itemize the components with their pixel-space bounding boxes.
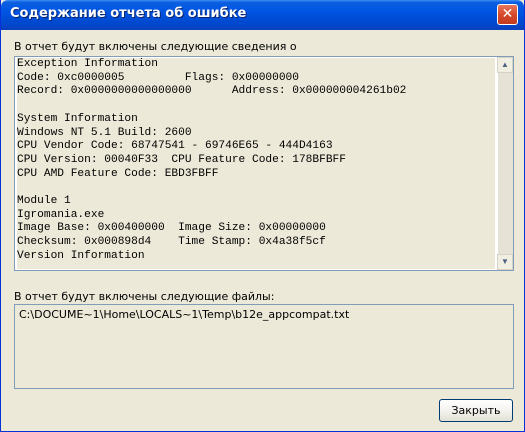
report-line: Image Base: 0x00400000 Image Size: 0x000… <box>17 222 326 235</box>
report-line: System Information <box>17 112 138 125</box>
included-files-label: В отчет будут включены следующие файлы: <box>14 290 275 303</box>
report-line: Checksum: 0x000898d4 Time Stamp: 0x4a38f… <box>17 236 326 249</box>
scroll-up-icon[interactable]: ▲ <box>497 57 513 73</box>
report-line <box>17 181 24 193</box>
report-line: Record: 0x0000000000000000 Address: 0x00… <box>17 85 407 98</box>
report-line: Version Information <box>17 249 145 262</box>
close-icon[interactable]: ✕ <box>497 4 518 25</box>
report-line: CPU Version: 00040F33 CPU Feature Code: … <box>17 153 346 166</box>
list-item[interactable]: C:\DOCUME~1\Home\LOCALS~1\Temp\b12e_appc… <box>19 308 349 321</box>
report-line: CPU Vendor Code: 68747541 - 69746E65 - 4… <box>17 140 333 153</box>
report-line: CPU AMD Feature Code: EBD3FBFF <box>17 167 219 180</box>
report-line: Exception Information <box>17 58 158 70</box>
report-details-textbox[interactable]: Exception Information Code: 0xc0000005 F… <box>14 56 514 271</box>
title-bar[interactable]: Содержание отчета об ошибке ✕ <box>1 0 524 30</box>
report-contents-label: В отчет будут включены следующие сведени… <box>14 40 297 53</box>
error-report-dialog: Содержание отчета об ошибке ✕ В отчет бу… <box>0 0 525 432</box>
report-line: Igromania.exe <box>17 208 105 221</box>
scroll-thumb[interactable] <box>497 73 513 254</box>
vertical-scrollbar[interactable]: ▲ ▼ <box>497 57 513 270</box>
report-line: Windows NT 5.1 Build: 2600 <box>17 126 192 139</box>
report-line: Module 1 <box>17 195 71 208</box>
close-button[interactable]: Закрыть <box>439 399 513 422</box>
included-files-list[interactable]: C:\DOCUME~1\Home\LOCALS~1\Temp\b12e_appc… <box>14 304 514 389</box>
scroll-down-icon[interactable]: ▼ <box>497 254 513 270</box>
report-details-text: Exception Information Code: 0xc0000005 F… <box>17 58 495 269</box>
window-title: Содержание отчета об ошибке <box>10 6 247 21</box>
report-line: Code: 0xc0000005 Flags: 0x00000000 <box>17 71 299 84</box>
report-line <box>17 99 24 111</box>
